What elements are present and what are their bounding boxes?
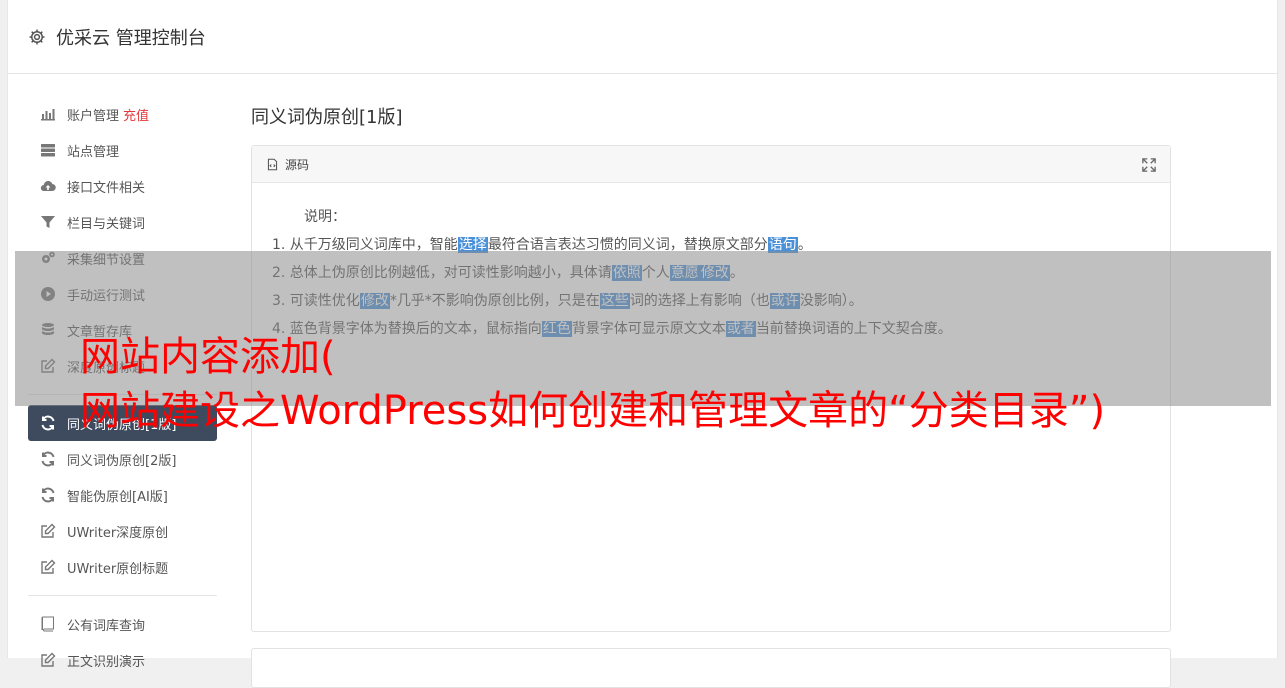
sidebar-item-0[interactable]: 账户管理 充值 [28,96,217,132]
sidebar-item-label: 智能伪原创[AI版] [67,489,168,505]
watermark-line-1: 网站内容添加( [80,334,336,380]
recharge-link[interactable]: 充值 [123,105,149,124]
sidebar-item-label: 同义词伪原创[2版] [67,453,177,469]
top-bar: 优采云 管理控制台 [8,0,1277,74]
watermark-line-2: 网站建设之WordPress如何创建和管理文章的“分类目录”) [80,388,1106,434]
filter-icon [39,214,56,231]
book-icon [39,616,56,633]
sidebar-divider [28,595,217,596]
expand-icon[interactable] [1142,158,1156,172]
sidebar-item-14[interactable]: 正文识别演示 [28,642,217,678]
cloud-upload-icon [39,178,56,195]
app-title: 优采云 管理控制台 [56,27,206,49]
secondary-panel [251,648,1171,688]
edit-icon [39,652,56,669]
edit-icon [39,559,56,576]
panel-label: 源码 [285,157,310,172]
description-label: 说明： [304,209,346,225]
sidebar-item-label: 站点管理 [67,144,120,160]
sidebar-item-11[interactable]: UWriter深度原创 [28,513,217,549]
sidebar-item-label: 公有词库查询 [67,618,146,634]
edit-icon [39,523,56,540]
sidebar-item-3[interactable]: 栏目与关键词 [28,204,217,240]
sidebar-item-1[interactable]: 站点管理 [28,132,217,168]
sidebar-item-12[interactable]: UWriter原创标题 [28,549,217,585]
sidebar-item-label: UWriter原创标题 [67,561,169,577]
refresh-icon [39,451,56,468]
code-file-icon [267,158,278,170]
sidebar-item-label: 账户管理 [67,108,120,124]
refresh-icon [39,415,56,432]
sidebar-item-9[interactable]: 同义词伪原创[2版] [28,441,217,477]
sidebar-item-10[interactable]: 智能伪原创[AI版] [28,477,217,513]
gear-icon [29,29,45,44]
bar-chart-icon [39,106,56,123]
server-icon [39,142,56,159]
page-title: 同义词伪原创[1版] [251,107,403,128]
sidebar-item-label: 接口文件相关 [67,180,146,196]
sidebar-item-label: 正文识别演示 [67,654,146,670]
sidebar-item-label: 栏目与关键词 [67,216,146,232]
sidebar-item-13[interactable]: 公有词库查询 [28,606,217,642]
sidebar-item-2[interactable]: 接口文件相关 [28,168,217,204]
sidebar-item-label: UWriter深度原创 [67,525,169,541]
panel-header: 源码 [252,146,1170,183]
watermark-text: 网站内容添加( 网站建设之WordPress如何创建和管理文章的“分类目录”) [80,330,1270,438]
refresh-icon [39,487,56,504]
